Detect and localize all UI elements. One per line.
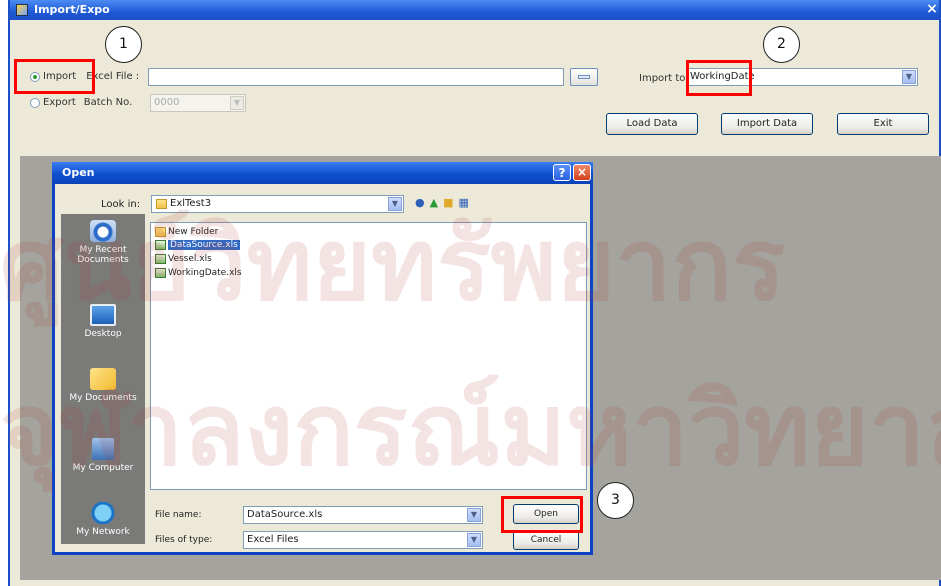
recent-documents-icon — [90, 220, 116, 242]
look-in-label: Look in: — [101, 199, 141, 210]
folder-icon — [156, 199, 167, 209]
file-name: WorkingDate.xls — [168, 268, 242, 278]
look-in-dropdown[interactable]: ExlTest3 ▼ — [151, 195, 404, 213]
window-title: Import/Expo — [34, 3, 110, 16]
excel-file-icon — [155, 254, 166, 264]
help-icon[interactable]: ? — [553, 164, 571, 181]
chevron-down-icon[interactable]: ▼ — [467, 533, 481, 547]
desktop-icon — [90, 304, 116, 326]
app-icon — [16, 4, 28, 16]
my-documents-icon — [90, 368, 116, 390]
excel-file-icon — [155, 240, 166, 250]
file-name-value: DataSource.xls — [247, 509, 323, 520]
back-icon[interactable]: ● — [415, 196, 425, 209]
export-radio-label: Export — [43, 97, 76, 108]
batch-no-value: 0000 — [154, 97, 180, 108]
list-item-selected[interactable]: DataSource.xls — [155, 239, 240, 251]
load-data-button[interactable]: Load Data — [606, 113, 698, 135]
chevron-down-icon[interactable]: ▼ — [388, 197, 402, 211]
excel-file-input[interactable] — [148, 68, 564, 86]
highlight-box-import-to — [686, 60, 752, 96]
toolbar: ● ▲ ■ ▦ — [415, 196, 469, 209]
dialog-title: Open — [62, 166, 95, 179]
place-my-computer[interactable]: My Computer — [61, 438, 145, 473]
list-item[interactable]: WorkingDate.xls — [155, 267, 242, 279]
folder-icon — [155, 227, 166, 237]
up-folder-icon[interactable]: ▲ — [430, 196, 438, 209]
views-menu-icon[interactable]: ▦ — [458, 196, 468, 209]
excel-file-icon — [155, 268, 166, 278]
place-label: My Recent Documents — [77, 245, 129, 265]
batch-no-label: Batch No. — [83, 97, 133, 108]
place-my-recent-documents[interactable]: My Recent Documents — [61, 220, 145, 265]
dialog-close-icon[interactable]: × — [573, 164, 591, 181]
file-list[interactable]: New Folder DataSource.xls Vessel.xls Wor… — [150, 222, 587, 490]
callout-2: 2 — [763, 26, 800, 63]
chevron-down-icon[interactable]: ▼ — [467, 508, 481, 522]
file-name: New Folder — [168, 227, 219, 237]
exit-button[interactable]: Exit — [837, 113, 929, 135]
dialog-titlebar[interactable]: Open ? × — [52, 162, 593, 184]
import-to-row: Import to — [636, 73, 685, 84]
export-radio-row[interactable]: Export Batch No. — [30, 97, 132, 108]
place-desktop[interactable]: Desktop — [61, 304, 145, 339]
files-of-type-dropdown[interactable]: Excel Files ▼ — [243, 531, 483, 549]
list-item[interactable]: New Folder — [155, 226, 218, 238]
cancel-button[interactable]: Cancel — [513, 530, 579, 550]
file-name: Vessel.xls — [168, 254, 212, 264]
files-of-type-value: Excel Files — [247, 534, 299, 545]
place-label: Desktop — [84, 329, 122, 339]
chevron-down-icon[interactable]: ▼ — [902, 70, 916, 84]
my-network-icon — [90, 502, 116, 524]
file-name: DataSource.xls — [168, 240, 240, 250]
files-of-type-label: Files of type: — [155, 535, 213, 545]
list-item[interactable]: Vessel.xls — [155, 253, 212, 265]
my-computer-icon — [92, 438, 114, 460]
browse-button[interactable] — [570, 68, 598, 86]
import-data-button[interactable]: Import Data — [721, 113, 813, 135]
place-label: My Network — [76, 527, 130, 537]
file-name-input[interactable]: DataSource.xls ▼ — [243, 506, 483, 524]
places-bar: My Recent Documents Desktop My Documents… — [61, 214, 145, 544]
place-my-network[interactable]: My Network — [61, 502, 145, 537]
chevron-down-icon: ▼ — [230, 96, 244, 110]
callout-1: 1 — [105, 26, 142, 63]
look-in-value: ExlTest3 — [170, 198, 212, 209]
new-folder-icon[interactable]: ■ — [443, 196, 453, 209]
place-my-documents[interactable]: My Documents — [61, 368, 145, 403]
place-label: My Computer — [72, 463, 134, 473]
batch-no-dropdown: 0000 ▼ — [150, 94, 246, 112]
window-titlebar[interactable]: Import/Expo × — [10, 0, 939, 20]
highlight-box-open — [501, 496, 583, 533]
window-close-icon[interactable]: × — [925, 1, 939, 18]
export-radio[interactable] — [30, 97, 40, 108]
highlight-box-import — [14, 59, 95, 94]
import-to-label: Import to — [639, 73, 686, 84]
file-name-label: File name: — [155, 510, 202, 520]
callout-3: 3 — [597, 482, 634, 519]
place-label: My Documents — [69, 393, 137, 403]
